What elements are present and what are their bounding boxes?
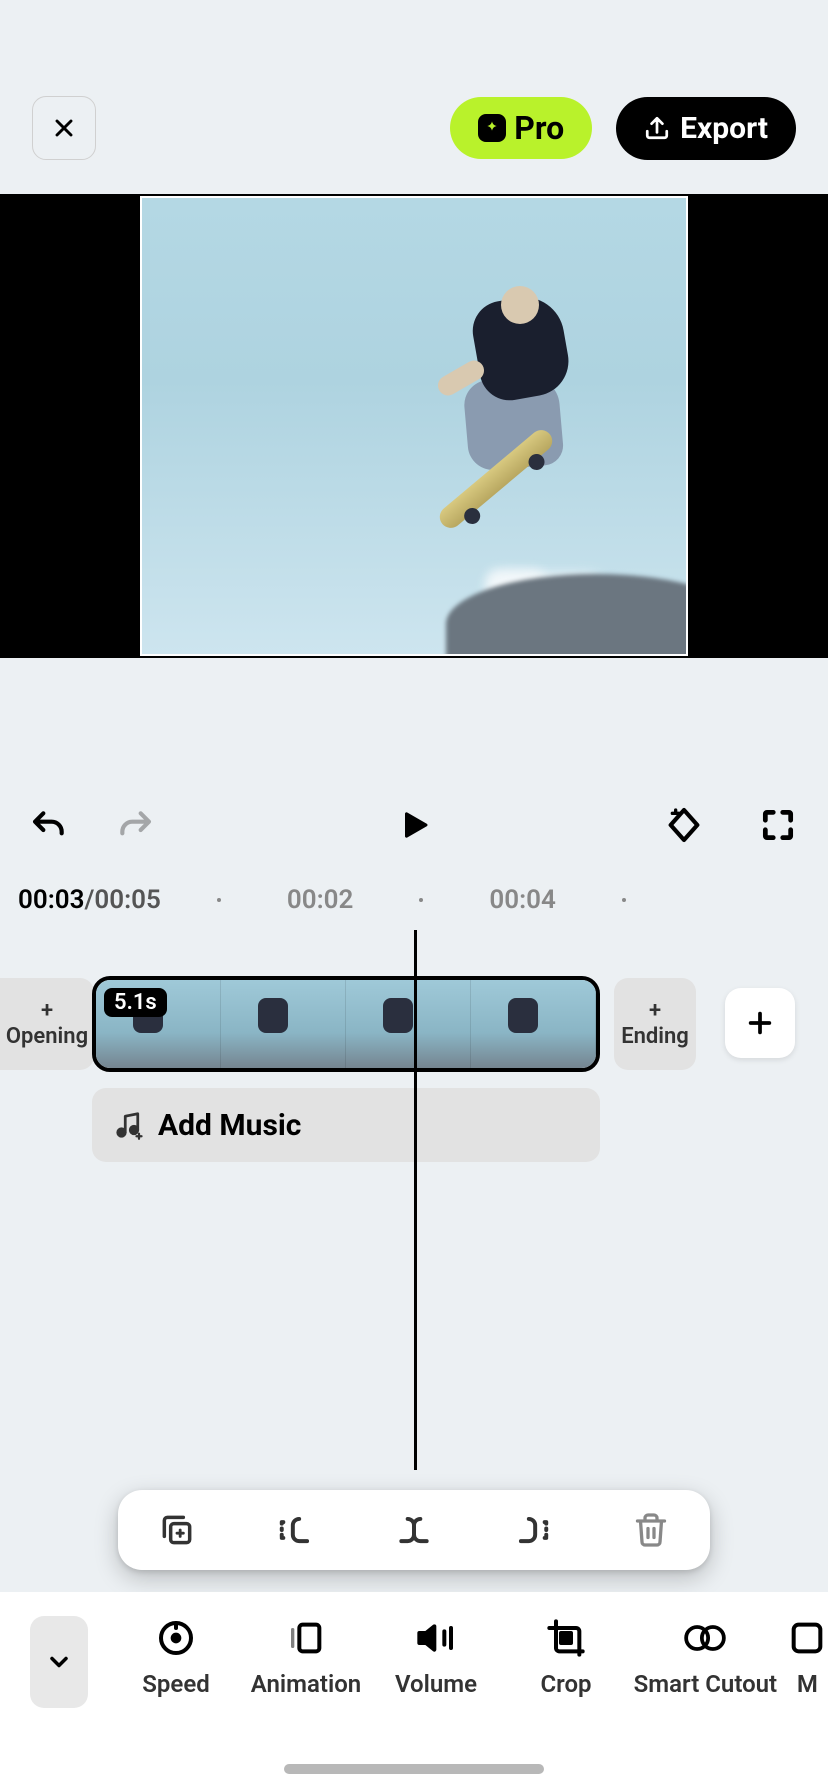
tool-label: Crop <box>540 1670 591 1698</box>
music-plus-icon <box>114 1110 144 1140</box>
undo-button[interactable] <box>28 803 72 847</box>
tool-crop[interactable]: Crop <box>508 1616 624 1698</box>
tool-speed[interactable]: Speed <box>118 1616 234 1698</box>
undo-icon <box>30 805 70 845</box>
cutout-icon <box>683 1618 727 1658</box>
add-clip-button[interactable] <box>725 988 795 1058</box>
duplicate-button[interactable] <box>152 1505 202 1555</box>
timeline-area[interactable]: + Opening 5.1s + Ending Add Music <box>0 930 828 1470</box>
more-icon <box>787 1618 827 1658</box>
fullscreen-button[interactable] <box>756 803 800 847</box>
keyframe-icon <box>664 805 704 845</box>
tool-animation[interactable]: Animation <box>248 1616 364 1698</box>
play-icon <box>396 805 432 845</box>
tools-scroll[interactable]: Speed Animation Volume Crop Smart Cutout <box>88 1616 828 1698</box>
tool-label: M <box>797 1670 818 1698</box>
clip-actions-toolbar <box>118 1490 710 1570</box>
keyframe-button[interactable] <box>662 803 706 847</box>
add-ending-button[interactable]: + Ending <box>614 978 696 1070</box>
split-left-icon <box>275 1511 317 1549</box>
tool-label: Smart Cutout <box>634 1670 778 1698</box>
speed-icon <box>156 1618 196 1658</box>
header-right: Pro Export <box>450 97 796 160</box>
clip-duration-badge: 5.1s <box>104 988 167 1017</box>
ending-label: Ending <box>621 1024 689 1049</box>
split-button[interactable] <box>389 1505 439 1555</box>
time-marker-2: 00:04 <box>489 885 556 915</box>
crop-icon <box>546 1618 586 1658</box>
time-counter: 00:03/00:05 <box>18 885 161 915</box>
time-marker-1: 00:02 <box>287 885 354 915</box>
redo-button[interactable] <box>112 803 156 847</box>
split-icon <box>393 1511 435 1549</box>
close-icon <box>50 114 78 142</box>
total-time: 00:05 <box>94 885 161 915</box>
editor-header: Pro Export <box>0 96 828 160</box>
time-ruler: 00:03/00:05 00:02 00:04 <box>0 880 828 920</box>
close-button[interactable] <box>32 96 96 160</box>
volume-icon <box>416 1618 456 1658</box>
add-opening-button[interactable]: + Opening <box>0 978 94 1070</box>
video-clip-selected[interactable]: 5.1s <box>92 976 600 1072</box>
home-indicator[interactable] <box>284 1764 544 1774</box>
export-button[interactable]: Export <box>616 97 796 160</box>
redo-icon <box>114 805 154 845</box>
animation-icon <box>286 1618 326 1658</box>
clip-frames <box>96 980 596 1068</box>
play-button[interactable] <box>392 803 436 847</box>
tool-label: Animation <box>251 1670 361 1698</box>
video-preview[interactable] <box>0 194 828 658</box>
plus-icon <box>744 1007 776 1039</box>
split-right-button[interactable] <box>507 1505 557 1555</box>
preview-frame <box>140 196 688 656</box>
tool-smart-cutout[interactable]: Smart Cutout <box>638 1616 773 1698</box>
export-label: Export <box>680 111 768 146</box>
upload-icon <box>644 115 670 141</box>
trash-icon <box>633 1511 669 1549</box>
current-time: 00:03 <box>18 885 85 915</box>
split-left-button[interactable] <box>271 1505 321 1555</box>
tool-more[interactable]: M <box>787 1616 828 1698</box>
playback-controls <box>0 790 828 860</box>
bottom-toolbar: Speed Animation Volume Crop Smart Cutout <box>0 1592 828 1792</box>
add-music-label: Add Music <box>158 1108 301 1143</box>
tool-volume[interactable]: Volume <box>378 1616 494 1698</box>
opening-label: Opening <box>6 1024 88 1049</box>
pro-button[interactable]: Pro <box>450 97 592 159</box>
split-right-icon <box>511 1511 553 1549</box>
fullscreen-icon <box>759 806 797 844</box>
add-music-track[interactable]: Add Music <box>92 1088 600 1162</box>
chevron-down-icon <box>45 1648 73 1676</box>
tool-label: Volume <box>395 1670 477 1698</box>
plus-icon: + <box>649 1000 661 1022</box>
tool-label: Speed <box>142 1670 210 1698</box>
playhead[interactable] <box>414 930 417 1470</box>
pro-label: Pro <box>514 109 564 147</box>
plus-icon: + <box>41 1000 53 1022</box>
collapse-toolbar-button[interactable] <box>30 1616 88 1708</box>
duplicate-icon <box>158 1511 196 1549</box>
pro-icon <box>478 114 506 142</box>
delete-button[interactable] <box>626 1505 676 1555</box>
